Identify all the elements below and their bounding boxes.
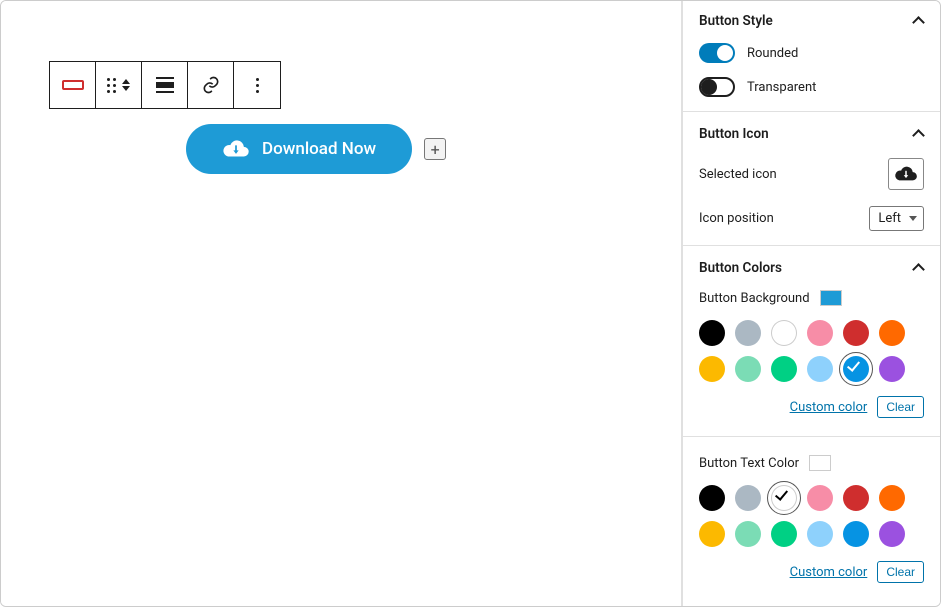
move-up-down-icon xyxy=(122,79,130,91)
color-swatch[interactable] xyxy=(843,521,869,547)
panel-button-colors: Button Colors Button Background Custom c… xyxy=(683,246,940,597)
color-swatch[interactable] xyxy=(807,521,833,547)
button-block: Download Now + xyxy=(186,124,446,174)
toggle-rounded-row: Rounded xyxy=(699,43,924,63)
color-swatch[interactable] xyxy=(843,320,869,346)
chevron-up-icon xyxy=(912,128,924,140)
color-swatch[interactable] xyxy=(735,521,761,547)
bg-color-label-row: Button Background xyxy=(699,290,924,306)
icon-position-select[interactable]: Left xyxy=(869,206,924,231)
field-label: Selected icon xyxy=(699,167,777,182)
panel-button-icon: Button Icon Selected icon Icon position … xyxy=(683,112,940,246)
selected-icon-preview[interactable] xyxy=(888,158,924,190)
color-swatch[interactable] xyxy=(807,320,833,346)
drag-icon xyxy=(107,78,116,93)
color-swatch[interactable] xyxy=(699,320,725,346)
check-icon xyxy=(775,487,788,501)
editor-canvas[interactable]: Download Now + xyxy=(1,1,682,606)
toggle-label: Transparent xyxy=(747,80,816,95)
chevron-up-icon xyxy=(912,262,924,274)
app-frame: Download Now + Button Style Rounded Tran… xyxy=(0,0,941,607)
bg-color-footer: Custom color Clear xyxy=(699,396,924,418)
color-swatch[interactable] xyxy=(699,521,725,547)
panel-title: Button Icon xyxy=(699,126,769,142)
bg-color-chip xyxy=(820,290,842,306)
plus-icon: + xyxy=(431,140,440,159)
field-label: Button Text Color xyxy=(699,456,799,471)
color-swatch[interactable] xyxy=(735,356,761,382)
color-swatch[interactable] xyxy=(843,485,869,511)
color-swatch[interactable] xyxy=(771,320,797,346)
download-button[interactable]: Download Now xyxy=(186,124,412,174)
text-color-chip xyxy=(809,455,831,471)
icon-position-row: Icon position Left xyxy=(699,206,924,231)
cloud-download-icon xyxy=(894,165,918,183)
field-label: Icon position xyxy=(699,211,774,226)
text-color-footer: Custom color Clear xyxy=(699,561,924,583)
toggle-rounded[interactable] xyxy=(699,43,735,63)
text-color-label-row: Button Text Color xyxy=(699,455,924,471)
color-swatch[interactable] xyxy=(699,485,725,511)
inspector-sidebar: Button Style Rounded Transparent Button … xyxy=(682,1,940,606)
color-swatch[interactable] xyxy=(735,485,761,511)
panel-header-style[interactable]: Button Style xyxy=(699,13,924,29)
separator xyxy=(683,436,940,437)
panel-title: Button Style xyxy=(699,13,773,29)
color-swatch[interactable] xyxy=(771,356,797,382)
color-swatch[interactable] xyxy=(771,521,797,547)
color-swatch[interactable] xyxy=(879,356,905,382)
color-swatch[interactable] xyxy=(879,485,905,511)
align-icon xyxy=(156,77,174,93)
cloud-download-icon xyxy=(222,138,250,160)
block-type-button[interactable] xyxy=(50,62,96,108)
link-icon xyxy=(201,75,221,95)
chevron-up-icon xyxy=(912,15,924,27)
custom-color-link[interactable]: Custom color xyxy=(790,400,868,415)
field-label: Button Background xyxy=(699,291,810,306)
button-block-icon xyxy=(62,80,84,90)
color-swatch[interactable] xyxy=(699,356,725,382)
panel-header-colors[interactable]: Button Colors xyxy=(699,260,924,276)
more-options-button[interactable] xyxy=(234,62,280,108)
panel-button-style: Button Style Rounded Transparent xyxy=(683,1,940,112)
more-icon xyxy=(256,78,259,93)
bg-swatch-grid xyxy=(699,320,924,382)
color-swatch[interactable] xyxy=(879,521,905,547)
panel-header-icon[interactable]: Button Icon xyxy=(699,126,924,142)
text-swatch-grid xyxy=(699,485,924,547)
toggle-label: Rounded xyxy=(747,46,798,61)
selected-icon-row: Selected icon xyxy=(699,158,924,190)
custom-color-link[interactable]: Custom color xyxy=(790,565,868,580)
color-swatch[interactable] xyxy=(843,356,869,382)
color-swatch[interactable] xyxy=(807,356,833,382)
color-swatch[interactable] xyxy=(807,485,833,511)
button-label: Download Now xyxy=(262,139,376,159)
select-value: Left xyxy=(878,211,901,226)
check-icon xyxy=(847,358,860,372)
color-swatch[interactable] xyxy=(771,485,797,511)
clear-button[interactable]: Clear xyxy=(877,561,924,583)
toggle-transparent-row: Transparent xyxy=(699,77,924,97)
align-button[interactable] xyxy=(142,62,188,108)
block-toolbar xyxy=(49,61,281,109)
add-block-button[interactable]: + xyxy=(424,138,446,160)
toggle-transparent[interactable] xyxy=(699,77,735,97)
link-button[interactable] xyxy=(188,62,234,108)
panel-title: Button Colors xyxy=(699,260,782,276)
move-handle[interactable] xyxy=(96,62,142,108)
clear-button[interactable]: Clear xyxy=(877,396,924,418)
color-swatch[interactable] xyxy=(879,320,905,346)
color-swatch[interactable] xyxy=(735,320,761,346)
